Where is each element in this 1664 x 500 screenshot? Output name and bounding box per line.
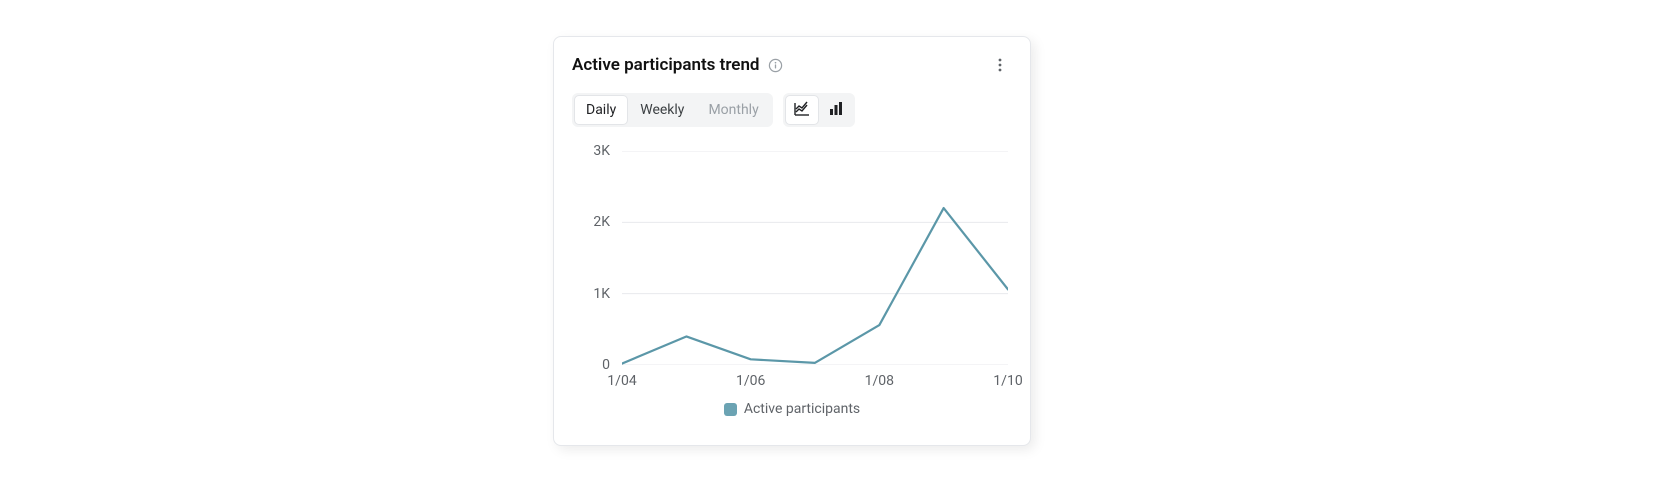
card-title-wrap: Active participants trend	[572, 55, 783, 75]
y-axis: 01K2K3K	[572, 145, 618, 365]
info-icon[interactable]	[768, 58, 783, 73]
x-tick-label: 1/08	[865, 373, 894, 389]
chart-area: 01K2K3K 1/041/061/081/10	[572, 145, 1012, 395]
active-participants-card: Active participants trend Daily Weekly M…	[553, 36, 1031, 446]
chart-legend: Active participants	[572, 401, 1012, 417]
card-header: Active participants trend	[572, 53, 1012, 77]
chart-grid	[622, 151, 1008, 365]
legend-label: Active participants	[744, 401, 860, 417]
y-tick-label: 0	[602, 357, 610, 373]
time-range-toggle: Daily Weekly Monthly	[572, 93, 773, 127]
x-tick-label: 1/10	[993, 373, 1022, 389]
tab-daily[interactable]: Daily	[574, 95, 628, 125]
tab-weekly[interactable]: Weekly	[628, 95, 696, 125]
bar-chart-icon	[827, 100, 845, 118]
chart-svg	[622, 151, 1008, 365]
tab-monthly: Monthly	[696, 95, 770, 125]
x-axis: 1/041/061/081/10	[622, 371, 1008, 395]
x-tick-label: 1/06	[736, 373, 765, 389]
card-title: Active participants trend	[572, 55, 760, 75]
more-options-button[interactable]	[988, 53, 1012, 77]
chart-plot	[622, 151, 1008, 365]
bar-chart-button[interactable]	[819, 95, 853, 125]
line-chart-icon	[793, 100, 811, 118]
line-chart-button[interactable]	[785, 95, 819, 125]
legend-swatch	[724, 403, 737, 416]
chart-series-line	[622, 208, 1008, 363]
y-tick-label: 3K	[593, 143, 610, 159]
chart-type-toggle	[783, 93, 855, 127]
y-tick-label: 1K	[593, 286, 610, 302]
y-tick-label: 2K	[593, 214, 610, 230]
card-controls: Daily Weekly Monthly	[572, 93, 1012, 127]
x-tick-label: 1/04	[607, 373, 636, 389]
